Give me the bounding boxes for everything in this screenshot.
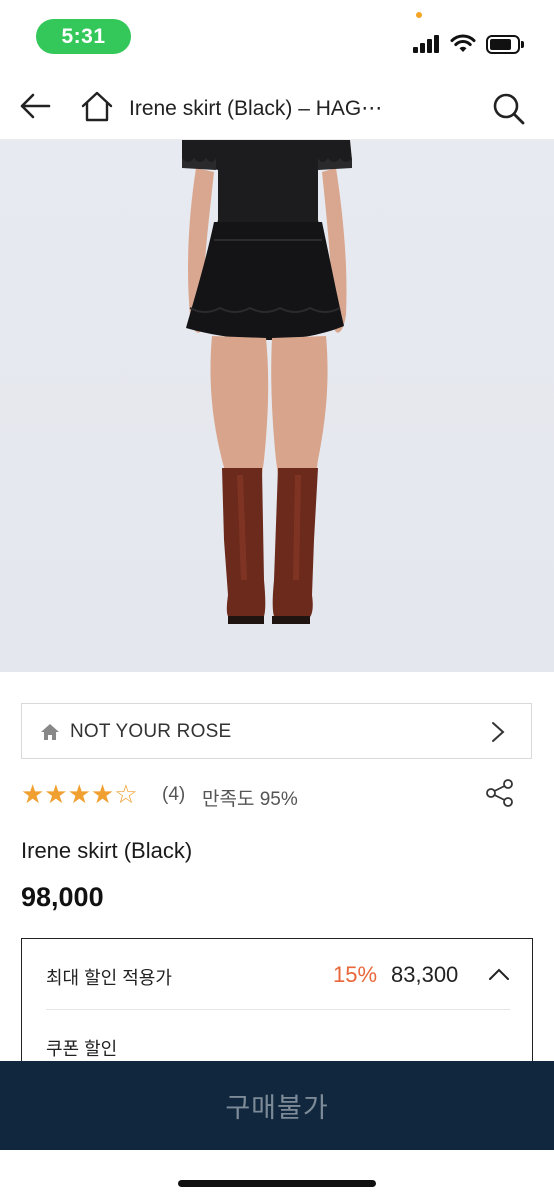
divider [46,1009,510,1010]
chevron-up-icon[interactable] [488,967,510,981]
privacy-indicator-dot [416,12,422,18]
buy-button-label: 구매불가 [225,1093,329,1123]
page-title: Irene skirt (Black) – HAG⋯ [129,97,383,120]
product-name: Irene skirt (Black) [21,838,193,863]
wifi-icon [450,34,476,52]
rating-row: ★★★★☆ (4) 만족도 95% [21,778,532,810]
status-bar: 5:31 [0,0,554,70]
status-time: 5:31 [36,19,131,54]
discount-rate: 15% [333,962,378,987]
coupon-discount-label: 쿠폰 할인 [46,1039,118,1059]
home-indicator[interactable] [178,1180,376,1187]
chevron-right-icon [492,722,505,742]
review-count[interactable]: (4) [162,784,185,806]
model-photo-illustration [182,140,352,624]
max-discount-label: 최대 할인 적용가 [46,968,172,988]
home-icon[interactable] [80,90,114,122]
discount-price: 83,300 [391,962,459,987]
discount-panel: 최대 할인 적용가 15% 83,300 쿠폰 할인 [21,938,533,1078]
product-photo[interactable] [0,140,554,672]
product-price: 98,000 [21,882,104,912]
shop-link[interactable]: NOT YOUR ROSE [21,703,532,759]
share-icon[interactable] [485,778,515,808]
search-icon[interactable] [492,92,526,126]
shop-home-icon [41,724,59,740]
navigation-bar: Irene skirt (Black) – HAG⋯ [0,70,554,140]
buy-button[interactable]: 구매불가 [0,1061,554,1150]
cellular-signal-icon [413,35,441,53]
rating-stars[interactable]: ★★★★☆ [21,780,138,810]
back-arrow-icon[interactable] [18,92,52,120]
battery-icon [486,35,524,54]
shop-name: NOT YOUR ROSE [70,721,232,742]
satisfaction-rate: 만족도 95% [202,789,298,810]
